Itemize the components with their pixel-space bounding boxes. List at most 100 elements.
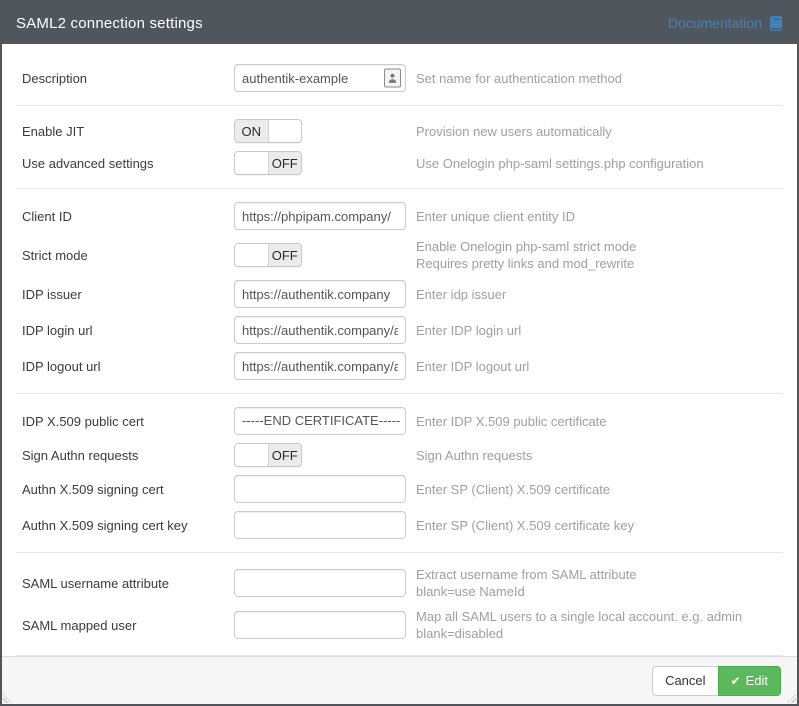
- help-text-line: Enter SP (Client) X.509 certificate key: [416, 517, 634, 534]
- description-input[interactable]: [234, 64, 406, 92]
- help-text-line: Enter unique client entity ID: [416, 208, 575, 225]
- field-control: -----END CERTIFICATE-----: [234, 407, 406, 435]
- client-id-input[interactable]: [234, 202, 406, 230]
- field-control: [234, 511, 406, 539]
- book-icon: [768, 16, 783, 31]
- authn-x-509-signing-cert-textarea[interactable]: [234, 475, 406, 503]
- edit-button[interactable]: ✔ Edit: [718, 666, 781, 696]
- field-label-idp-login-url: IDP login url: [22, 323, 234, 338]
- help-text-line: Sign Authn requests: [416, 447, 532, 464]
- help-text-line: Set name for authentication method: [416, 70, 622, 87]
- help-text: Set name for authentication method: [416, 70, 622, 87]
- help-text: Use Onelogin php-saml settings.php confi…: [416, 155, 704, 172]
- saml-mapped-user-input[interactable]: [234, 611, 406, 639]
- field-control: [234, 611, 406, 639]
- toggle-knob: [235, 444, 268, 466]
- check-icon: ✔: [731, 675, 741, 687]
- field-control: [234, 64, 406, 92]
- help-text: Enter IDP X.509 public certificate: [416, 413, 607, 430]
- help-text-line: Use Onelogin php-saml settings.php confi…: [416, 155, 704, 172]
- form-row-use-advanced-settings: Use advanced settings OFF Use Onelogin php…: [2, 147, 797, 179]
- field-label-enable-jit: Enable JIT: [22, 124, 234, 139]
- help-text-line: Extract username from SAML attribute: [416, 566, 637, 583]
- idp-login-url-input[interactable]: [234, 316, 406, 344]
- form-row-strict-mode: Strict mode OFF Enable Onelogin php-saml s…: [2, 234, 797, 276]
- form-row-idp-logout-url: IDP logout url Enter IDP logout url: [2, 348, 797, 384]
- help-text: Enter SP (Client) X.509 certificate key: [416, 517, 634, 534]
- dialog-title: SAML2 connection settings: [16, 15, 203, 32]
- dialog-header: SAML2 connection settings Documentation: [2, 2, 797, 44]
- field-label-authn-x-509-signing-cert-key: Authn X.509 signing cert key: [22, 518, 234, 533]
- field-control: OFF: [234, 151, 406, 175]
- idp-logout-url-input[interactable]: [234, 352, 406, 380]
- field-label-saml-mapped-user: SAML mapped user: [22, 618, 234, 633]
- field-control: ON: [234, 119, 406, 143]
- help-text: Enter idp issuer: [416, 286, 506, 303]
- strict-mode-toggle[interactable]: OFF: [234, 243, 302, 267]
- dialog-body: Description Set name for authentication m…: [2, 44, 797, 656]
- section-divider: [16, 188, 783, 189]
- help-text: Sign Authn requests: [416, 447, 532, 464]
- field-label-strict-mode: Strict mode: [22, 248, 234, 263]
- help-text-line: Provision new users automatically: [416, 123, 612, 140]
- help-text: Enter IDP logout url: [416, 358, 529, 375]
- use-advanced-settings-toggle[interactable]: OFF: [234, 151, 302, 175]
- field-control: [234, 202, 406, 230]
- toggle-knob: [235, 152, 268, 174]
- section-divider: [16, 393, 783, 394]
- field-label-description: Description: [22, 71, 234, 86]
- toggle-knob: [235, 244, 268, 266]
- help-text-line: Enter IDP login url: [416, 322, 521, 339]
- help-text-line: Requires pretty links and mod_rewrite: [416, 255, 636, 272]
- enable-jit-toggle[interactable]: ON: [234, 119, 302, 143]
- saml-username-attribute-input[interactable]: [234, 569, 406, 597]
- help-text: Enter IDP login url: [416, 322, 521, 339]
- toggle-state-label: OFF: [268, 444, 302, 466]
- form-row-idp-login-url: IDP login url Enter IDP login url: [2, 312, 797, 348]
- toggle-knob: [269, 120, 302, 142]
- form-row-sign-authn-requests: Sign Authn requestsOFFSign Authn request…: [2, 439, 797, 471]
- section-divider: [16, 105, 783, 106]
- help-text-line: Enter IDP X.509 public certificate: [416, 413, 607, 430]
- toggle-state-label: ON: [235, 120, 269, 142]
- field-label-client-id: Client ID: [22, 209, 234, 224]
- edit-button-label: Edit: [746, 673, 768, 688]
- field-control: [234, 280, 406, 308]
- authn-x-509-signing-cert-key-textarea[interactable]: [234, 511, 406, 539]
- form-row-description: Description Set name for authentication m…: [2, 60, 797, 96]
- documentation-link[interactable]: Documentation: [668, 15, 783, 31]
- sign-authn-requests-toggle[interactable]: OFF: [234, 443, 302, 467]
- field-label-idp-issuer: IDP issuer: [22, 287, 234, 302]
- field-control: [234, 475, 406, 503]
- form-row-authn-x-509-signing-cert: Authn X.509 signing cert Enter SP (Client…: [2, 471, 797, 507]
- help-text: Map all SAML users to a single local acc…: [416, 608, 742, 642]
- field-label-use-advanced-settings: Use advanced settings: [22, 156, 234, 171]
- cancel-button[interactable]: Cancel: [652, 666, 717, 696]
- toggle-state-label: OFF: [268, 152, 302, 174]
- field-control: OFF: [234, 243, 406, 267]
- field-label-authn-x-509-signing-cert: Authn X.509 signing cert: [22, 482, 234, 497]
- help-text-line: Enable Onelogin php-saml strict mode: [416, 238, 636, 255]
- field-label-idp-x-509-public-cert: IDP X.509 public cert: [22, 414, 234, 429]
- help-text: Enter unique client entity ID: [416, 208, 575, 225]
- field-label-idp-logout-url: IDP logout url: [22, 359, 234, 374]
- dialog-footer: Cancel ✔ Edit: [2, 656, 797, 704]
- help-text: Enable Onelogin php-saml strict modeRequ…: [416, 238, 636, 272]
- field-control: [234, 569, 406, 597]
- form-row-idp-issuer: IDP issuer Enter idp issuer: [2, 276, 797, 312]
- idp-x-509-public-cert-textarea[interactable]: -----END CERTIFICATE-----: [234, 407, 406, 435]
- help-text: Enter SP (Client) X.509 certificate: [416, 481, 610, 498]
- help-text-line: Enter SP (Client) X.509 certificate: [416, 481, 610, 498]
- field-control: OFF: [234, 443, 406, 467]
- help-text-line: blank=disabled: [416, 625, 742, 642]
- help-text-line: Map all SAML users to a single local acc…: [416, 608, 742, 625]
- form-row-authn-x-509-signing-cert-key: Authn X.509 signing cert key Enter SP (Cl…: [2, 507, 797, 543]
- field-label-saml-username-attribute: SAML username attribute: [22, 576, 234, 591]
- field-control: [234, 316, 406, 344]
- field-control: [234, 352, 406, 380]
- autofill-person-icon: [384, 69, 401, 88]
- toggle-state-label: OFF: [268, 244, 302, 266]
- documentation-link-label: Documentation: [668, 15, 762, 31]
- help-text-line: blank=use NameId: [416, 583, 637, 600]
- idp-issuer-input[interactable]: [234, 280, 406, 308]
